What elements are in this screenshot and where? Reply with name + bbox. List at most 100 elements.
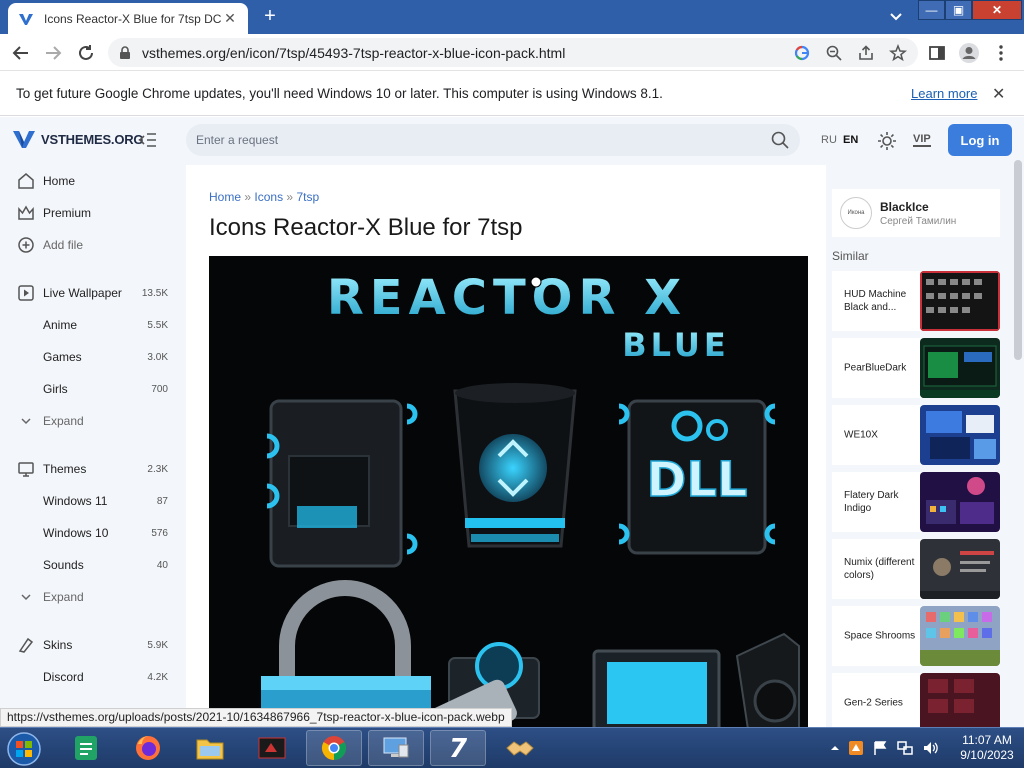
share-icon[interactable] — [856, 43, 876, 63]
search-icon[interactable] — [770, 130, 790, 150]
sidebar-item-live-wallpaper[interactable]: Live Wallpaper 13.5K — [0, 281, 184, 305]
tray-expand-arrow-icon[interactable] — [830, 743, 840, 753]
browser-tab-strip: Icons Reactor-X Blue for 7tsp DC ✕ + — ▣… — [0, 0, 1024, 34]
sidebar-label: Anime — [43, 318, 78, 332]
taskbar-app-7tsp[interactable]: 7 — [430, 730, 486, 766]
tray-app-icon[interactable] — [848, 740, 864, 756]
start-button[interactable] — [2, 729, 46, 768]
similar-item[interactable]: PearBlueDark — [832, 338, 1000, 398]
chevron-down-icon — [17, 588, 35, 606]
side-panel-icon[interactable] — [926, 42, 948, 64]
learn-more-link[interactable]: Learn more — [911, 86, 977, 101]
sidebar-label: Add file — [43, 238, 84, 252]
sidebar-item-themes[interactable]: Themes 2.3K — [0, 457, 184, 481]
window-minimize-button[interactable]: — — [918, 0, 945, 20]
author-card[interactable]: Икона BlackIce Сергей Тамилин — [832, 189, 1000, 237]
handshake-icon — [506, 741, 534, 756]
page-title: Icons Reactor-X Blue for 7tsp — [209, 214, 523, 241]
similar-item-thumbnail[interactable] — [920, 606, 1000, 666]
similar-item[interactable]: WE10X — [832, 405, 1000, 465]
forward-arrow-icon[interactable] — [42, 42, 64, 64]
taskbar-app-sheets[interactable] — [58, 730, 114, 766]
breadcrumb-icons[interactable]: Icons — [254, 190, 283, 204]
search-input[interactable] — [196, 133, 770, 147]
taskbar-app-media[interactable] — [244, 730, 300, 766]
tab-search-chevron-icon[interactable] — [886, 9, 906, 25]
similar-item[interactable]: HUD Machine Black and... — [832, 271, 1000, 331]
language-en[interactable]: EN — [843, 134, 858, 146]
sidebar-expand-wallpapers[interactable]: Expand — [0, 409, 184, 433]
windows-taskbar: 7 11:07 AM 9/10/2023 — [0, 727, 1024, 768]
collapse-sidebar-icon[interactable] — [138, 131, 158, 149]
page-scrollbar[interactable] — [1014, 160, 1022, 360]
sidebar-item-skins[interactable]: Skins 5.9K — [0, 633, 184, 657]
icon-pack-preview-image[interactable]: REACTOR X BLUE DLL — [209, 256, 808, 727]
taskbar-clock[interactable]: 11:07 AM 9/10/2023 — [952, 733, 1022, 763]
sidebar-item-add-file[interactable]: Add file — [0, 233, 184, 257]
bookmark-star-icon[interactable] — [888, 43, 908, 63]
similar-heading: Similar — [832, 249, 869, 263]
similar-item-thumbnail[interactable] — [920, 673, 1000, 727]
sidebar-item-games[interactable]: Games 3.0K — [0, 345, 184, 369]
lock-icon[interactable] — [118, 45, 132, 60]
sidebar-item-windows-11[interactable]: Windows 11 87 — [0, 489, 184, 513]
vip-link[interactable]: VIP — [913, 133, 931, 147]
sidebar-item-windows-10[interactable]: Windows 10 576 — [0, 521, 184, 545]
similar-item[interactable]: Gen-2 Series — [832, 673, 1000, 727]
system-tray — [830, 736, 940, 760]
author-avatar[interactable]: Икона — [840, 197, 872, 229]
breadcrumb-home[interactable]: Home — [209, 190, 241, 204]
new-tab-button[interactable]: + — [258, 6, 282, 28]
breadcrumb-7tsp[interactable]: 7tsp — [296, 190, 319, 204]
sidebar-item-anime[interactable]: Anime 5.5K — [0, 313, 184, 337]
theme-sun-icon[interactable] — [877, 131, 897, 151]
recycle-bin-icon-artwork — [453, 383, 577, 548]
network-icon[interactable] — [896, 740, 914, 756]
browser-menu-kebab-icon[interactable] — [990, 42, 1012, 64]
window-close-button[interactable]: ✕ — [972, 0, 1022, 20]
url-text[interactable]: vsthemes.org/en/icon/7tsp/45493-7tsp-rea… — [142, 45, 780, 61]
login-button[interactable]: Log in — [948, 124, 1012, 156]
sidebar-item-premium[interactable]: Premium — [0, 201, 184, 225]
address-bar[interactable]: vsthemes.org/en/icon/7tsp/45493-7tsp-rea… — [108, 38, 918, 67]
sidebar-item-discord[interactable]: Discord 4.2K — [0, 665, 184, 689]
site-logo[interactable]: VSTHEMES.ORG — [13, 129, 144, 149]
author-name[interactable]: BlackIce — [880, 200, 956, 214]
sidebar-label: Windows 10 — [43, 526, 109, 540]
similar-item-thumbnail[interactable] — [920, 271, 1000, 331]
taskbar-app-chrome[interactable] — [306, 730, 362, 766]
browser-tab-active[interactable]: Icons Reactor-X Blue for 7tsp DC ✕ — [8, 3, 248, 34]
similar-item-thumbnail[interactable] — [920, 539, 1000, 599]
sidebar-item-girls[interactable]: Girls 700 — [0, 377, 184, 401]
site-search-bar[interactable] — [186, 124, 800, 156]
site-sidebar: Home Premium Add file Live Wallpaper 13.… — [0, 165, 184, 727]
similar-item-thumbnail[interactable] — [920, 472, 1000, 532]
volume-icon[interactable] — [922, 740, 940, 756]
taskbar-app-firefox[interactable] — [120, 730, 176, 766]
sidebar-expand-themes[interactable]: Expand — [0, 585, 184, 609]
taskbar-app-explorer[interactable] — [182, 730, 238, 766]
language-ru[interactable]: RU — [821, 134, 837, 146]
reload-icon[interactable] — [75, 42, 97, 64]
profile-avatar-icon[interactable] — [958, 42, 980, 64]
similar-item-thumbnail[interactable] — [920, 338, 1000, 398]
sidebar-count: 40 — [156, 559, 168, 571]
similar-item[interactable]: Numix (different colors) — [832, 539, 1000, 599]
similar-item-thumbnail[interactable] — [920, 405, 1000, 465]
window-maximize-button[interactable]: ▣ — [945, 0, 972, 20]
site-header: VSTHEMES.ORG RU EN VIP Log in — [0, 117, 1024, 165]
sidebar-label: Windows 11 — [43, 494, 108, 508]
sidebar-item-home[interactable]: Home — [0, 169, 184, 193]
window-controls: — ▣ ✕ — [918, 0, 1022, 20]
similar-item[interactable]: Space Shrooms — [832, 606, 1000, 666]
taskbar-app-display-settings[interactable] — [368, 730, 424, 766]
google-icon[interactable] — [792, 43, 812, 63]
taskbar-app-handshake[interactable] — [492, 730, 548, 766]
infobar-close-icon[interactable]: ✕ — [992, 84, 1005, 104]
sidebar-item-sounds[interactable]: Sounds 40 — [0, 553, 184, 577]
similar-item[interactable]: Flatery Dark Indigo — [832, 472, 1000, 532]
action-center-flag-icon[interactable] — [872, 740, 888, 756]
zoom-out-icon[interactable] — [824, 43, 844, 63]
back-arrow-icon[interactable] — [10, 42, 32, 64]
tab-close-icon[interactable]: ✕ — [222, 10, 238, 27]
